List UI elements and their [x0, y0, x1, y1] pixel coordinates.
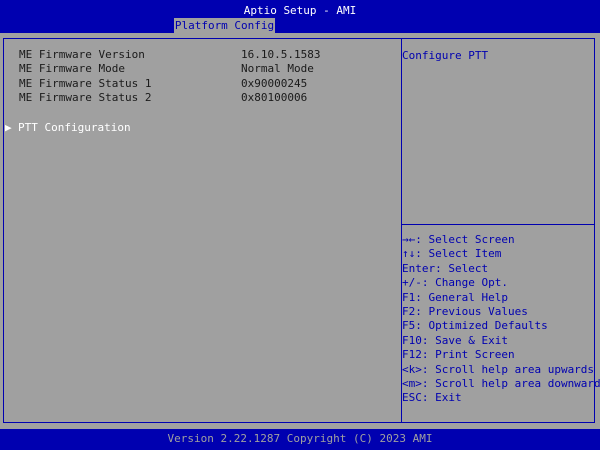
key-hint: ↑↓: Select Item [402, 247, 502, 261]
setting-label: ME Firmware Status 1 [19, 77, 152, 90]
setting-label: ME Firmware Version [19, 48, 145, 61]
setting-value: 0x90000245 [241, 77, 308, 90]
key-hint: F2: Previous Values [402, 304, 528, 318]
footer: Version 2.22.1287 Copyright (C) 2023 AMI [0, 429, 600, 450]
key-hint: F5: Optimized Defaults [402, 319, 548, 333]
setting-label: ME Firmware Status 2 [19, 91, 152, 104]
tab-platform-config[interactable]: Platform Config [174, 18, 275, 33]
key-hint: F10: Save & Exit [402, 333, 508, 347]
key-hint: F12: Print Screen [402, 348, 515, 362]
key-hint: ESC: Exit [402, 391, 462, 405]
setting-value: 16.10.5.1583 [241, 48, 321, 61]
key-hint: +/-: Change Opt. [402, 276, 508, 290]
help-divider [402, 224, 595, 225]
key-legend: →←: Select Screen ↑↓: Select Item Enter:… [402, 233, 600, 406]
key-hint: Enter: Select [402, 261, 489, 275]
title-bar: Aptio Setup - AMI Platform Config [0, 0, 600, 33]
setting-value: 0x80100006 [241, 91, 308, 104]
ptt-configuration-label: PTT Configuration [18, 121, 131, 134]
help-text: Configure PTT [402, 49, 489, 62]
main-frame: ME Firmware Version 16.10.5.1583 ME Firm… [3, 38, 600, 423]
app-title: Aptio Setup - AMI [243, 4, 357, 17]
key-hint: <m>: Scroll help area downwards [402, 376, 600, 390]
submenu-arrow-icon: ▶ [5, 121, 12, 134]
setting-value: Normal Mode [241, 62, 314, 75]
setting-label: ME Firmware Mode [19, 62, 125, 75]
key-hint: →←: Select Screen [402, 233, 515, 246]
key-hint: <k>: Scroll help area upwards [402, 362, 595, 376]
key-hint: F1: General Help [402, 290, 508, 304]
